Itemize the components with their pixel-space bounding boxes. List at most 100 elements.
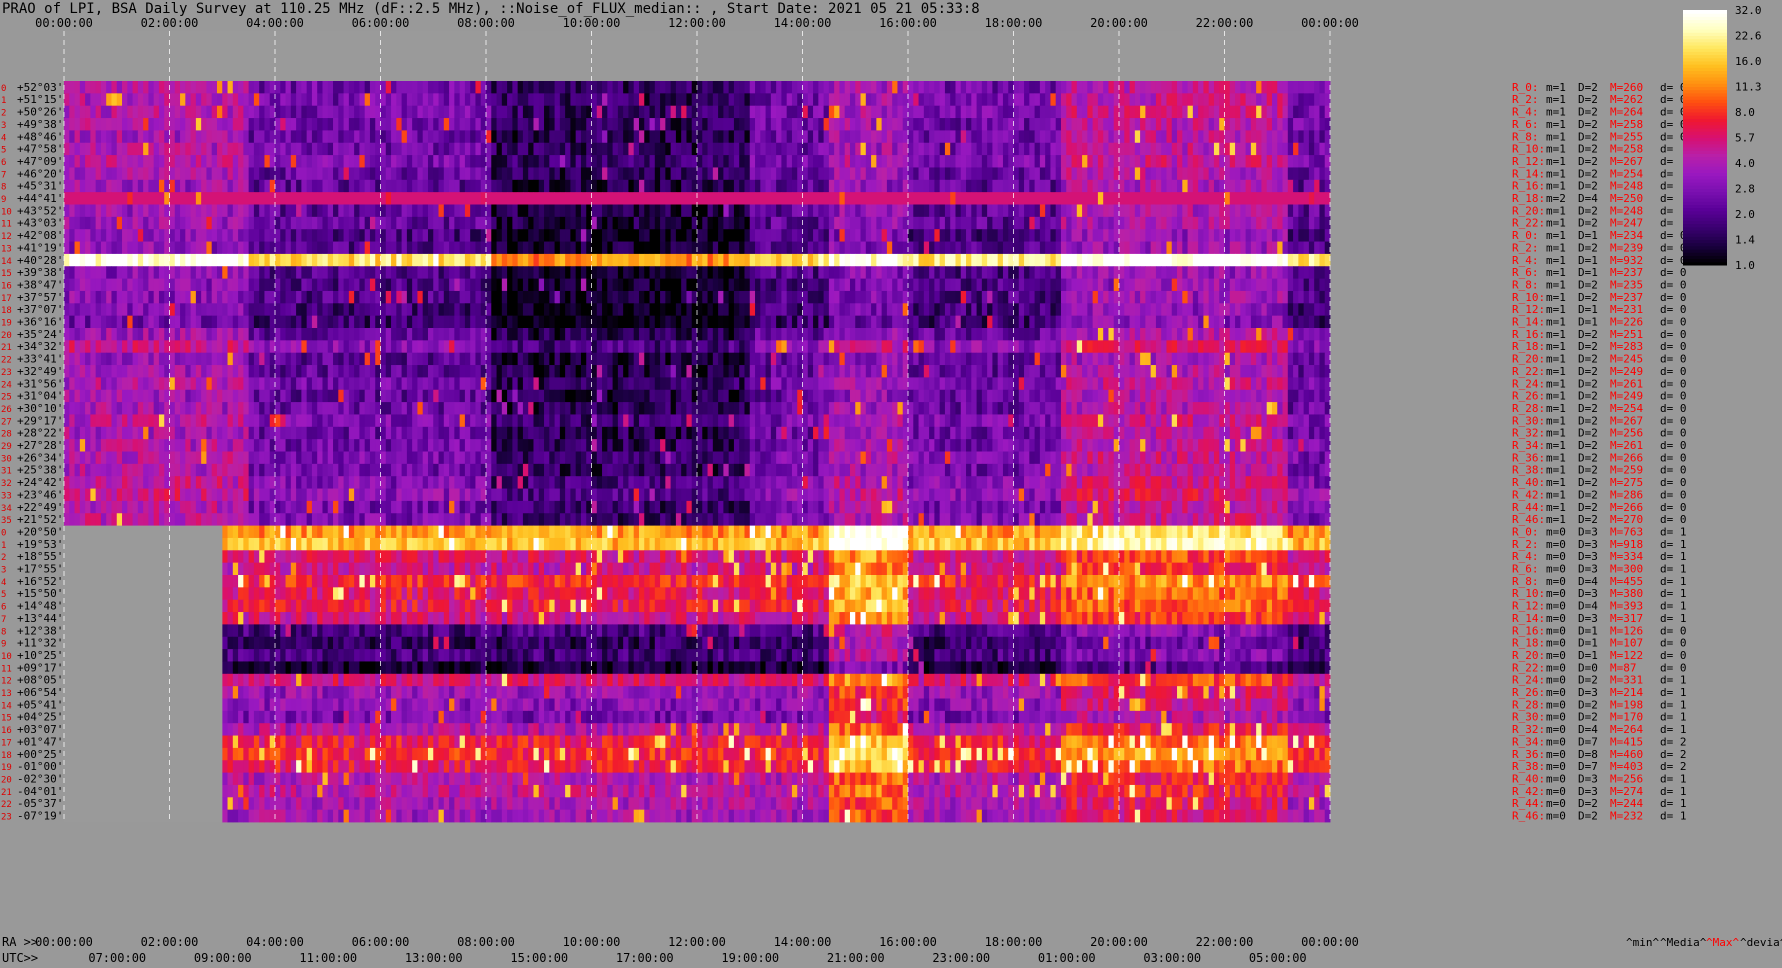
heatmap-cell bbox=[1029, 290, 1036, 304]
heatmap-cell bbox=[559, 278, 566, 292]
heatmap-cell bbox=[322, 192, 329, 205]
heatmap-cell bbox=[549, 229, 555, 242]
heatmap-cell bbox=[1092, 303, 1099, 317]
heatmap-cell bbox=[1087, 105, 1094, 119]
heatmap-cell bbox=[966, 253, 972, 267]
heatmap-cell bbox=[459, 167, 466, 181]
heatmap-cell bbox=[148, 167, 155, 181]
heatmap-cell bbox=[602, 303, 608, 317]
heatmap-cell bbox=[280, 303, 286, 317]
heatmap-cell bbox=[865, 118, 872, 131]
heatmap-cell bbox=[69, 130, 75, 144]
heatmap-cell bbox=[348, 155, 355, 168]
heatmap-cell bbox=[343, 328, 350, 341]
heatmap-cell bbox=[69, 192, 75, 205]
heatmap-cell bbox=[311, 241, 318, 255]
heatmap-cell bbox=[607, 204, 614, 218]
heatmap-cell bbox=[275, 192, 281, 205]
heatmap-cell bbox=[960, 278, 967, 292]
heatmap-cell bbox=[406, 142, 413, 156]
heatmap-cell bbox=[860, 130, 867, 144]
heatmap-cell bbox=[955, 118, 962, 131]
heatmap-cell bbox=[966, 81, 972, 94]
heatmap-cell bbox=[1076, 216, 1083, 230]
heatmap-cell bbox=[369, 155, 376, 168]
heatmap-cell bbox=[644, 266, 650, 279]
heatmap-cell bbox=[391, 192, 397, 205]
heatmap-cell bbox=[111, 167, 118, 181]
heatmap-cell bbox=[834, 167, 840, 181]
heatmap-cell bbox=[570, 266, 577, 279]
heatmap-cell bbox=[90, 192, 97, 205]
heatmap-cell bbox=[1124, 118, 1130, 131]
heatmap-cell bbox=[892, 155, 898, 168]
heatmap-cell bbox=[211, 130, 218, 144]
heatmap-cell bbox=[649, 241, 656, 255]
heatmap-cell bbox=[132, 179, 139, 193]
heatmap-cell bbox=[881, 155, 888, 168]
heatmap-cell bbox=[333, 105, 339, 119]
heatmap-cell bbox=[85, 179, 91, 193]
heatmap-cell bbox=[807, 105, 814, 119]
heatmap-cell bbox=[770, 328, 777, 341]
heatmap-cell bbox=[802, 130, 809, 144]
heatmap-cell bbox=[106, 130, 112, 144]
heatmap-cell bbox=[675, 192, 682, 205]
heatmap-cell bbox=[1045, 278, 1051, 292]
heatmap-cell bbox=[580, 216, 587, 230]
heatmap-cell bbox=[807, 241, 814, 255]
heatmap-cell bbox=[122, 167, 128, 181]
heatmap-cell bbox=[855, 229, 861, 242]
heatmap-cell bbox=[1060, 204, 1067, 218]
heatmap-cell bbox=[591, 204, 598, 218]
heatmap-cell bbox=[702, 81, 708, 94]
heatmap-cell bbox=[1092, 93, 1099, 107]
heatmap-cell bbox=[1034, 290, 1041, 304]
heatmap-cell bbox=[486, 229, 492, 242]
heatmap-cell bbox=[1240, 315, 1247, 329]
heatmap-cell bbox=[285, 241, 292, 255]
heatmap-cell bbox=[174, 241, 181, 255]
heatmap-cell bbox=[591, 229, 598, 242]
heatmap-cell bbox=[132, 278, 139, 292]
heatmap-cell bbox=[813, 179, 819, 193]
heatmap-cell bbox=[697, 155, 703, 168]
heatmap-cell bbox=[565, 93, 571, 107]
heatmap-cell bbox=[153, 130, 160, 144]
heatmap-cell bbox=[496, 118, 503, 131]
heatmap-cell bbox=[1182, 241, 1188, 255]
heatmap-cell bbox=[143, 130, 149, 144]
heatmap-cell bbox=[116, 266, 123, 279]
heatmap-cell bbox=[807, 315, 814, 329]
heatmap-cell bbox=[95, 278, 102, 292]
heatmap-cell bbox=[459, 253, 466, 267]
heatmap-cell bbox=[570, 130, 577, 144]
heatmap-cell bbox=[575, 142, 582, 156]
heatmap-cell bbox=[1066, 253, 1072, 267]
heatmap-cell bbox=[343, 118, 350, 131]
heatmap-cell bbox=[712, 142, 719, 156]
heatmap-cell bbox=[718, 315, 724, 329]
heatmap-cell bbox=[475, 179, 482, 193]
heatmap-cell bbox=[85, 303, 91, 317]
heatmap-cell bbox=[865, 266, 872, 279]
heatmap-cell bbox=[697, 105, 703, 119]
heatmap-cell bbox=[992, 93, 999, 107]
heatmap-cell bbox=[876, 81, 883, 94]
heatmap-cell bbox=[317, 229, 323, 242]
heatmap-cell bbox=[813, 229, 819, 242]
heatmap-cell bbox=[1066, 315, 1072, 329]
heatmap-cell bbox=[955, 241, 962, 255]
heatmap-cell bbox=[201, 130, 207, 144]
heatmap-cell bbox=[317, 130, 323, 144]
heatmap-cell bbox=[348, 93, 355, 107]
heatmap-cell bbox=[628, 278, 635, 292]
heatmap-cell bbox=[897, 118, 904, 131]
heatmap-cell bbox=[950, 81, 956, 94]
heatmap-cell bbox=[697, 81, 703, 94]
heatmap-cell bbox=[190, 192, 197, 205]
heatmap-cell bbox=[960, 266, 967, 279]
heatmap-cell bbox=[222, 278, 228, 292]
heatmap-cell bbox=[559, 192, 566, 205]
heatmap-cell bbox=[728, 216, 735, 230]
